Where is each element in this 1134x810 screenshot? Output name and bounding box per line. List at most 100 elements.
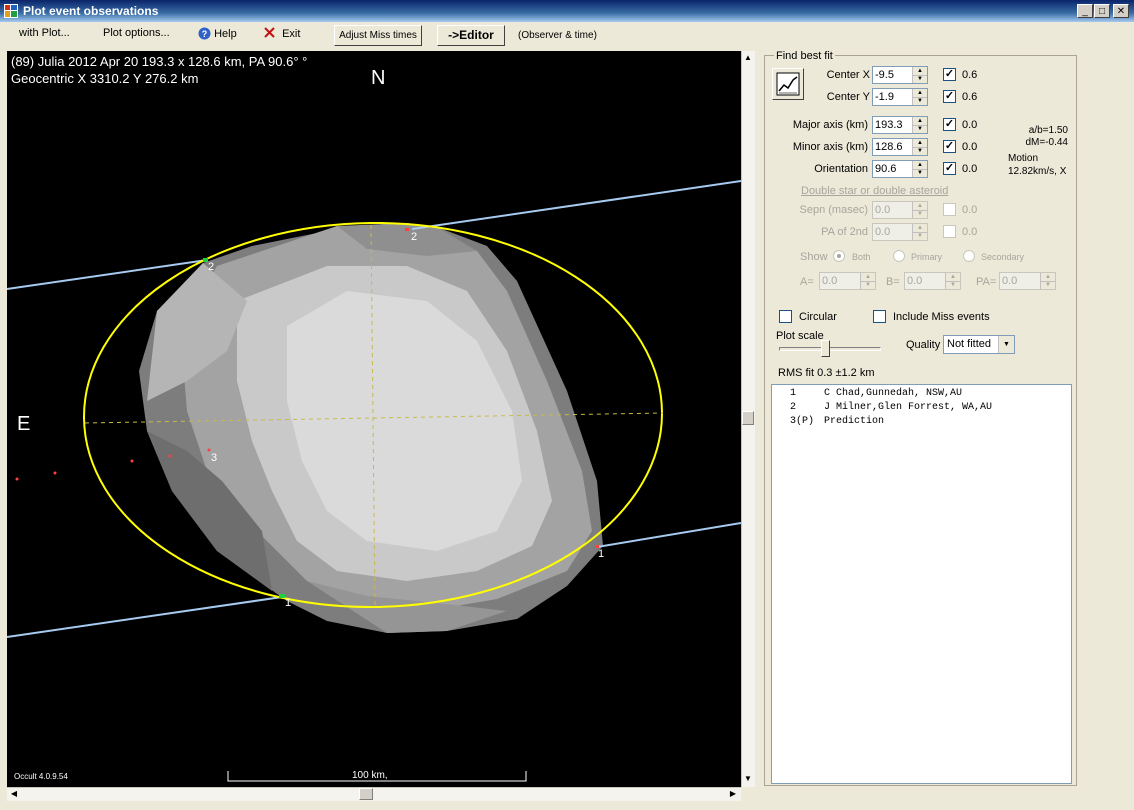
major-axis-spinner[interactable]: ▲▼ [872, 116, 928, 134]
orientation-spinner[interactable]: ▲▼ [872, 160, 928, 178]
minimize-button[interactable]: _ [1077, 4, 1093, 18]
list-item-name[interactable]: Prediction [824, 416, 884, 427]
chord-label: 1 [598, 548, 605, 560]
center-x-spinner[interactable]: ▲▼ [872, 66, 928, 84]
list-item[interactable]: 3(P) [790, 416, 814, 427]
orientation-input[interactable] [875, 162, 909, 176]
b-label: B= [886, 276, 900, 288]
center-y-spinner[interactable]: ▲▼ [872, 88, 928, 106]
menu-exit[interactable]: Exit [264, 27, 300, 40]
scroll-left-icon[interactable]: ◀ [8, 788, 20, 800]
plot-canvas[interactable]: (89) Julia 2012 Apr 20 193.3 x 128.6 km,… [7, 51, 741, 787]
horizontal-scrollbar[interactable]: ◀ ▶ [7, 787, 741, 801]
center-y-input[interactable] [875, 90, 909, 104]
major-axis-label: Major axis (km) [792, 119, 868, 131]
editor-button[interactable]: ->Editor [437, 25, 505, 46]
include-miss-label: Include Miss events [893, 311, 990, 323]
pa2nd-spinner[interactable]: ▲▼ [872, 223, 928, 241]
east-label: E [17, 413, 31, 435]
minor-axis-label: Minor axis (km) [792, 141, 868, 153]
minor-axis-input[interactable] [875, 140, 909, 154]
b-spinner[interactable]: ▲▼ [904, 272, 961, 290]
find-best-fit-title: Find best fit [774, 50, 835, 62]
chevron-down-icon[interactable]: ▼ [998, 336, 1014, 353]
center-y-checkbox[interactable]: ✓ [943, 90, 956, 103]
circular-checkbox[interactable] [779, 310, 792, 323]
chord-label: 1 [285, 597, 292, 609]
a-label: A= [800, 276, 814, 288]
pa-label: PA= [976, 276, 997, 288]
scroll-down-icon[interactable]: ▼ [742, 773, 754, 785]
chord-1-right [596, 522, 741, 548]
sepn-checkbox[interactable] [943, 203, 956, 216]
list-item-name[interactable]: C Chad,Gunnedah, NSW,AU [824, 388, 962, 399]
center-x-checkbox[interactable]: ✓ [943, 68, 956, 81]
sepn-label: Sepn (masec) [799, 204, 868, 216]
double-star-link[interactable]: Double star or double asteroid [801, 185, 948, 197]
b-input[interactable] [907, 274, 941, 288]
spin-down-icon[interactable]: ▼ [946, 281, 960, 289]
show-secondary-radio[interactable] [963, 250, 975, 262]
a-spinner[interactable]: ▲▼ [819, 272, 876, 290]
show-primary-label: Primary [911, 252, 942, 262]
observer-list[interactable]: 1 C Chad,Gunnedah, NSW,AU 2 J Milner,Gle… [771, 384, 1072, 784]
major-axis-input[interactable] [875, 118, 909, 132]
quality-value: Not fitted [947, 338, 992, 350]
show-secondary-label: Secondary [981, 252, 1025, 262]
find-best-fit-button[interactable] [772, 68, 804, 100]
spin-down-icon[interactable]: ▼ [913, 75, 927, 83]
scroll-right-icon[interactable]: ▶ [727, 788, 739, 800]
vertical-scroll-thumb[interactable] [742, 411, 754, 425]
plot-scale-slider[interactable] [821, 340, 830, 357]
menu-help-label: Help [214, 28, 237, 40]
major-axis-checkbox[interactable]: ✓ [943, 118, 956, 131]
list-item[interactable]: 2 [790, 402, 796, 413]
list-item[interactable]: 1 [790, 388, 796, 399]
show-primary-radio[interactable] [893, 250, 905, 262]
pa-spinner[interactable]: ▲▼ [999, 272, 1056, 290]
quality-select[interactable]: Not fitted ▼ [943, 335, 1015, 354]
menu-help[interactable]: ? Help [198, 27, 237, 40]
include-miss-checkbox[interactable] [873, 310, 886, 323]
list-item-name[interactable]: J Milner,Glen Forrest, WA,AU [824, 402, 992, 413]
menu-plot-options[interactable]: Plot options... [103, 27, 170, 39]
center-x-input[interactable] [875, 68, 909, 82]
pa2nd-input[interactable] [875, 225, 909, 239]
spin-down-icon[interactable]: ▼ [913, 97, 927, 105]
pa-input[interactable] [1002, 274, 1036, 288]
show-label: Show [800, 251, 828, 263]
a-input[interactable] [822, 274, 856, 288]
spin-down-icon[interactable]: ▼ [913, 232, 927, 240]
center-y-step: 0.6 [962, 91, 978, 103]
sepn-spinner[interactable]: ▲▼ [872, 201, 928, 219]
ab-ratio: a/b=1.50 [1028, 125, 1068, 136]
minor-axis-checkbox[interactable]: ✓ [943, 140, 956, 153]
horizontal-scroll-thumb[interactable] [359, 788, 373, 800]
menu-exit-label: Exit [282, 28, 301, 40]
adjust-miss-times-button[interactable]: Adjust Miss times [334, 25, 422, 46]
observer-id: 3(P) [790, 416, 815, 427]
menu-with-plot[interactable]: with Plot... [19, 27, 70, 39]
minor-axis-spinner[interactable]: ▲▼ [872, 138, 928, 156]
vertical-scrollbar[interactable]: ▲ ▼ [741, 51, 755, 787]
sepn-input[interactable] [875, 203, 909, 217]
spin-down-icon[interactable]: ▼ [913, 147, 927, 155]
close-window-button[interactable]: ✕ [1113, 4, 1129, 18]
event-marker [405, 228, 409, 231]
spin-down-icon[interactable]: ▼ [913, 125, 927, 133]
center-x-label: Center X [826, 69, 870, 81]
pa2nd-checkbox[interactable] [943, 225, 956, 238]
orientation-checkbox[interactable]: ✓ [943, 162, 956, 175]
prediction-dot [130, 459, 134, 463]
spin-down-icon[interactable]: ▼ [913, 169, 927, 177]
scroll-up-icon[interactable]: ▲ [742, 52, 754, 64]
chord-label: 2 [208, 261, 215, 273]
show-both-radio[interactable] [833, 250, 845, 262]
chord-1-left [7, 596, 283, 638]
spin-down-icon[interactable]: ▼ [913, 210, 927, 218]
maximize-button[interactable]: □ [1094, 4, 1110, 18]
observer-time-label: (Observer & time) [518, 30, 597, 41]
plot-scale-track[interactable] [779, 347, 881, 351]
spin-down-icon[interactable]: ▼ [861, 281, 875, 289]
spin-down-icon[interactable]: ▼ [1041, 281, 1055, 289]
